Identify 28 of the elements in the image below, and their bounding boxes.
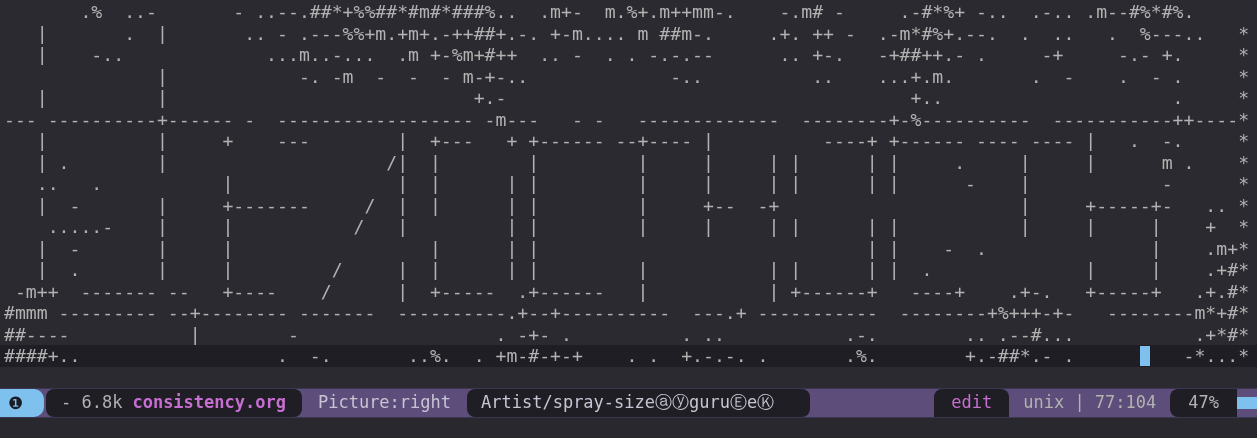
- minor-mode[interactable]: Artist/spray-sizeⓐⓨguruⒺeⓀ: [467, 389, 811, 417]
- text-line: | | +.- +.. . *: [35, 87, 1250, 109]
- text-line: -m++ ------- -- +---- / | +----- .+------ | | +------+ ----+ .+-. +-----+ .+.#*: [13, 280, 1250, 302]
- text-line: #mmm --------- --+-------- ------- ----------.+--+---------- ---.+ ----------- --------+%+++-+- --------m*+#*: [4, 302, 1250, 324]
- text-line: -*...*: [1182, 345, 1250, 367]
- encoding-position: unix | 77:104: [1022, 391, 1158, 415]
- text-line: | - | +------- / | | | | | +-- -+ | +-----+- .. *: [35, 194, 1250, 216]
- buffer-size: - 6.8k: [61, 391, 123, 415]
- text-line: | - | | | | | | | - . | .m+*: [35, 237, 1250, 259]
- text-line: --- ----------+------ - ------------------ -m--- - - ------------- --------+-%---------- -----------++----*: [4, 108, 1250, 130]
- text-line: .% ..- - ..--.##*+%%##*#m#*###%.. .m+- m.%+.m++mm-. -.m# - .-#*%+ -.. .-.. .m--#%*#%.: [79, 1, 1195, 23]
- text-line: | -. -m - - - m-+-.. -.. .. ...+.m. . - . - . *: [155, 65, 1250, 87]
- text-line: | | + --- | +--- + +------ --+---- | ----+ +------ ---- ---- | . -. *: [35, 130, 1250, 152]
- window-number: ❶: [0, 389, 44, 417]
- text-line: ####+.. . -. ..%. . +m-#-+-+ . . +.-.-. . .%. +.-##*.- .: [4, 345, 1076, 367]
- scroll-indicator: [1237, 397, 1257, 409]
- state-indicator: edit: [934, 389, 1010, 417]
- text-line: .. . | | | | | | | | | | | - | - *: [35, 173, 1250, 195]
- buffer-percent: 47%: [1170, 389, 1237, 417]
- text-line: | . | .. - .---%%+m.+m+.-++##+.-. +-m.... m ##m-. .+. ++ - .-m*#%+.--. . .. . %---.. *: [35, 22, 1250, 44]
- buffer-name[interactable]: consistency.org: [132, 390, 286, 416]
- text-line: .....- | | / | | | | | | | | | | | | + *: [46, 216, 1250, 238]
- text-cursor: [1139, 346, 1150, 366]
- text-line: | -.. ...m..-... .m +-%m+#++ .. - . . -.-.-- .. +-. -+##++.- . -+ -.- +. *: [35, 44, 1250, 66]
- major-mode[interactable]: Picture:right: [301, 389, 467, 417]
- text-line: | . | /| | | | | | | | | . | | m . *: [35, 151, 1250, 173]
- text-line: | . | | / | | | | | | | | | . | | .+#*: [35, 259, 1250, 281]
- text-line: ##---- | - . -+- . . .. .-. .. .--#... .+*#*: [4, 323, 1250, 345]
